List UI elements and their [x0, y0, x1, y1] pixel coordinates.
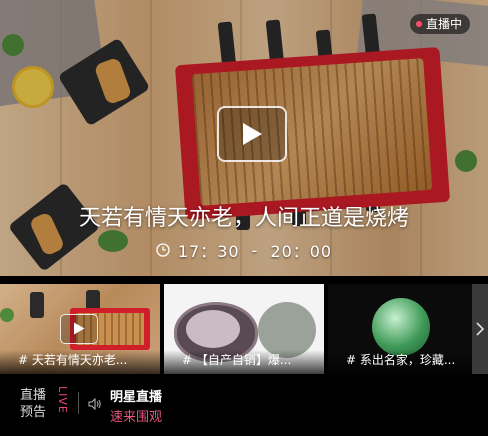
next-thumbnails-button[interactable]: [472, 284, 488, 374]
play-icon: [74, 322, 85, 335]
live-status-label: 直播中: [425, 17, 462, 31]
live-preview-footer: 直播 预告 LIVE 明星直播 速来围观: [0, 374, 488, 436]
thumbnail-card[interactable]: # 【自产自销】爆...: [164, 284, 324, 374]
time-start: 17：30: [177, 242, 240, 261]
live-tag: LIVE: [56, 386, 69, 414]
live-preview-label-line2: 预告: [20, 405, 47, 420]
thumbnail-caption: # 系出名家，珍藏...: [328, 350, 472, 374]
live-time-range: 17：30 - 20：00: [0, 238, 488, 262]
live-preview-label-line1: 直播: [20, 388, 47, 403]
jade-disc: [372, 298, 430, 356]
watch-now-link[interactable]: 速来围观: [110, 406, 162, 425]
pearl-interior: [186, 310, 240, 348]
divider: [78, 392, 79, 414]
live-status-badge: 直播中: [409, 14, 470, 34]
time-separator: -: [251, 240, 259, 260]
thumbnail-card[interactable]: # 天若有情天亦老...: [0, 284, 160, 374]
play-icon: [243, 123, 262, 145]
live-title: 天若有情天亦老，人间正道是烧烤: [78, 206, 409, 231]
time-end: 20：00: [270, 242, 333, 261]
thumbnail-caption: # 【自产自销】爆...: [164, 350, 324, 374]
herb-leaf: [0, 308, 14, 322]
live-thumbnail-strip: # 天若有情天亦老... # 【自产自销】爆... # 系出名家，珍藏...: [0, 284, 488, 374]
star-live-title: 明星直播: [110, 390, 163, 405]
thumbnail-caption: # 天若有情天亦老...: [0, 350, 160, 374]
live-dot-icon: [415, 21, 422, 27]
speaker-icon: [88, 398, 101, 410]
live-preview-label: 直播 预告: [20, 387, 46, 421]
thumbnail-play-button[interactable]: [60, 314, 98, 344]
chevron-right-icon: [476, 322, 484, 336]
tray-handle: [30, 292, 44, 318]
clock-icon: [156, 243, 170, 257]
live-hero-banner[interactable]: 直播中 天若有情天亦老，人间正道是烧烤 17：30 - 20：00: [0, 0, 488, 276]
thumbnail-card[interactable]: # 系出名家，珍藏...: [328, 284, 472, 374]
play-button[interactable]: [217, 106, 287, 162]
